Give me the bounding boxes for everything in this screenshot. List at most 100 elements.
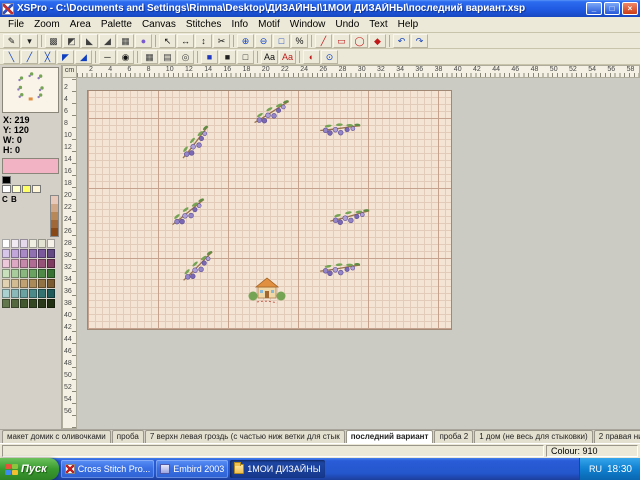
palette-swatch[interactable] — [47, 269, 55, 278]
tab-7[interactable]: 2 правая ниж гр... — [594, 430, 640, 443]
design-canvas[interactable] — [77, 78, 640, 429]
pencil-dropdown[interactable]: ▾ — [21, 34, 38, 48]
line-tool[interactable]: ╱ — [315, 34, 332, 48]
palette-swatch[interactable] — [47, 279, 55, 288]
palette-swatch[interactable] — [2, 269, 10, 278]
palette-swatch[interactable] — [20, 259, 28, 268]
palette-swatch[interactable] — [2, 279, 10, 288]
palette-swatch[interactable] — [47, 259, 55, 268]
backstitch-mode-tool[interactable]: ─ — [99, 50, 116, 64]
palette-swatch[interactable] — [29, 249, 37, 258]
design-preview[interactable] — [2, 67, 59, 113]
palette-swatch[interactable] — [20, 299, 28, 308]
palette-swatch[interactable] — [11, 299, 19, 308]
palette-swatch[interactable] — [29, 269, 37, 278]
start-button[interactable]: Пуск — [0, 458, 59, 480]
bead-tool[interactable]: ● — [135, 34, 152, 48]
palette-swatch[interactable] — [2, 176, 11, 184]
close-button[interactable]: × — [622, 2, 638, 15]
palette-swatch[interactable] — [47, 249, 55, 258]
outline-swatch-tool[interactable]: □ — [237, 50, 254, 64]
three-quarter-stitch-tool[interactable]: ◩ — [63, 34, 80, 48]
palette-swatch[interactable] — [2, 289, 10, 298]
grid-on-toggle[interactable]: ▦ — [141, 50, 158, 64]
quarter-left-tool[interactable]: ◤ — [57, 50, 74, 64]
tab-4[interactable]: последний вариант — [346, 430, 434, 443]
menu-stitches[interactable]: Stitches — [181, 18, 227, 31]
palette-swatch[interactable] — [11, 239, 19, 248]
taskbar-app-2[interactable]: Embird 2003 — [156, 460, 228, 478]
taskbar-app-3[interactable]: 1МОИ ДИЗАЙНЫ — [230, 460, 324, 478]
thread-shade-strip[interactable] — [50, 195, 59, 237]
palette-swatch[interactable] — [38, 279, 46, 288]
menu-area[interactable]: Area — [65, 18, 96, 31]
select-arrow-tool[interactable]: ↖ — [159, 34, 176, 48]
palette-swatch[interactable] — [20, 249, 28, 258]
palette-swatch[interactable] — [29, 259, 37, 268]
tab-6[interactable]: 1 дом (не весь для стыковки) — [474, 430, 593, 443]
half-stitch-right-tool[interactable]: ╱ — [21, 50, 38, 64]
palette-swatch[interactable] — [29, 299, 37, 308]
tab-1[interactable]: макет домик с оливочками — [2, 430, 111, 443]
palette-swatch[interactable] — [2, 299, 10, 308]
mirror-horizontal-tool[interactable]: ↔ — [177, 34, 194, 48]
palette-swatch[interactable] — [11, 289, 19, 298]
palette-swatch[interactable] — [11, 259, 19, 268]
text-tool[interactable]: Aa — [261, 50, 278, 64]
palette-swatch[interactable] — [29, 239, 37, 248]
palette-swatch[interactable] — [20, 289, 28, 298]
french-knot-mode-tool[interactable]: ◉ — [117, 50, 134, 64]
palette-half-circle-tool[interactable]: ◐ — [303, 50, 320, 64]
menu-canvas[interactable]: Canvas — [137, 18, 181, 31]
undo-button[interactable]: ↶ — [393, 34, 410, 48]
center-view-button[interactable]: ◎ — [177, 50, 194, 64]
palette-swatch[interactable] — [38, 299, 46, 308]
zoom-in-tool[interactable]: ⊕ — [237, 34, 254, 48]
redo-button[interactable]: ↷ — [411, 34, 428, 48]
palette-swatch[interactable] — [38, 239, 46, 248]
palette-swatch[interactable] — [2, 249, 10, 258]
palette-swatch[interactable] — [11, 249, 19, 258]
selected-color-swatch[interactable] — [2, 158, 59, 174]
minimize-button[interactable]: _ — [586, 2, 602, 15]
grid-lines-toggle[interactable]: ▤ — [159, 50, 176, 64]
palette-swatch[interactable] — [38, 289, 46, 298]
petit-point-tool[interactable]: ▦ — [117, 34, 134, 48]
menu-window[interactable]: Window — [285, 18, 331, 31]
palette-swatch[interactable] — [20, 239, 28, 248]
menu-motif[interactable]: Motif — [253, 18, 285, 31]
palette-swatch[interactable] — [29, 279, 37, 288]
palette-swatch[interactable] — [47, 289, 55, 298]
blue-swatch-tool[interactable]: ■ — [201, 50, 218, 64]
palette-swatch[interactable] — [38, 269, 46, 278]
tab-5[interactable]: проба 2 — [434, 430, 473, 443]
palette-swatch[interactable] — [2, 239, 10, 248]
palette-swatch[interactable] — [47, 239, 55, 248]
menu-text[interactable]: Text — [364, 18, 392, 31]
zoom-percent-tool[interactable]: % — [291, 34, 308, 48]
cross-stitch-tool[interactable]: ╳ — [39, 50, 56, 64]
half-stitch-left-tool[interactable]: ╲ — [3, 50, 20, 64]
palette-swatch[interactable] — [32, 185, 41, 193]
mirror-vertical-tool[interactable]: ↕ — [195, 34, 212, 48]
palette-swatch[interactable] — [20, 269, 28, 278]
pencil-tool[interactable]: ✎ — [3, 34, 20, 48]
palette-swatch[interactable] — [47, 299, 55, 308]
palette-swatch[interactable] — [29, 289, 37, 298]
scissors-tool[interactable]: ✂ — [213, 34, 230, 48]
palette-swatch[interactable] — [12, 185, 21, 193]
palette-swatch[interactable] — [38, 249, 46, 258]
palette-swatch[interactable] — [11, 269, 19, 278]
menu-zoom[interactable]: Zoom — [29, 18, 65, 31]
quarter-right-tool[interactable]: ◢ — [75, 50, 92, 64]
menu-help[interactable]: Help — [393, 18, 424, 31]
zoom-area-tool[interactable]: □ — [273, 34, 290, 48]
palette-swatch[interactable] — [38, 259, 46, 268]
palette-swatch[interactable] — [11, 279, 19, 288]
full-stitch-tool[interactable]: ▩ — [45, 34, 62, 48]
menu-undo[interactable]: Undo — [330, 18, 364, 31]
ellipse-tool[interactable]: ◯ — [351, 34, 368, 48]
tab-3[interactable]: 7 верхн левая гроздь (с частью ниж ветки… — [145, 430, 345, 443]
text-color-tool[interactable]: Aa — [279, 50, 296, 64]
rectangle-tool[interactable]: ▭ — [333, 34, 350, 48]
